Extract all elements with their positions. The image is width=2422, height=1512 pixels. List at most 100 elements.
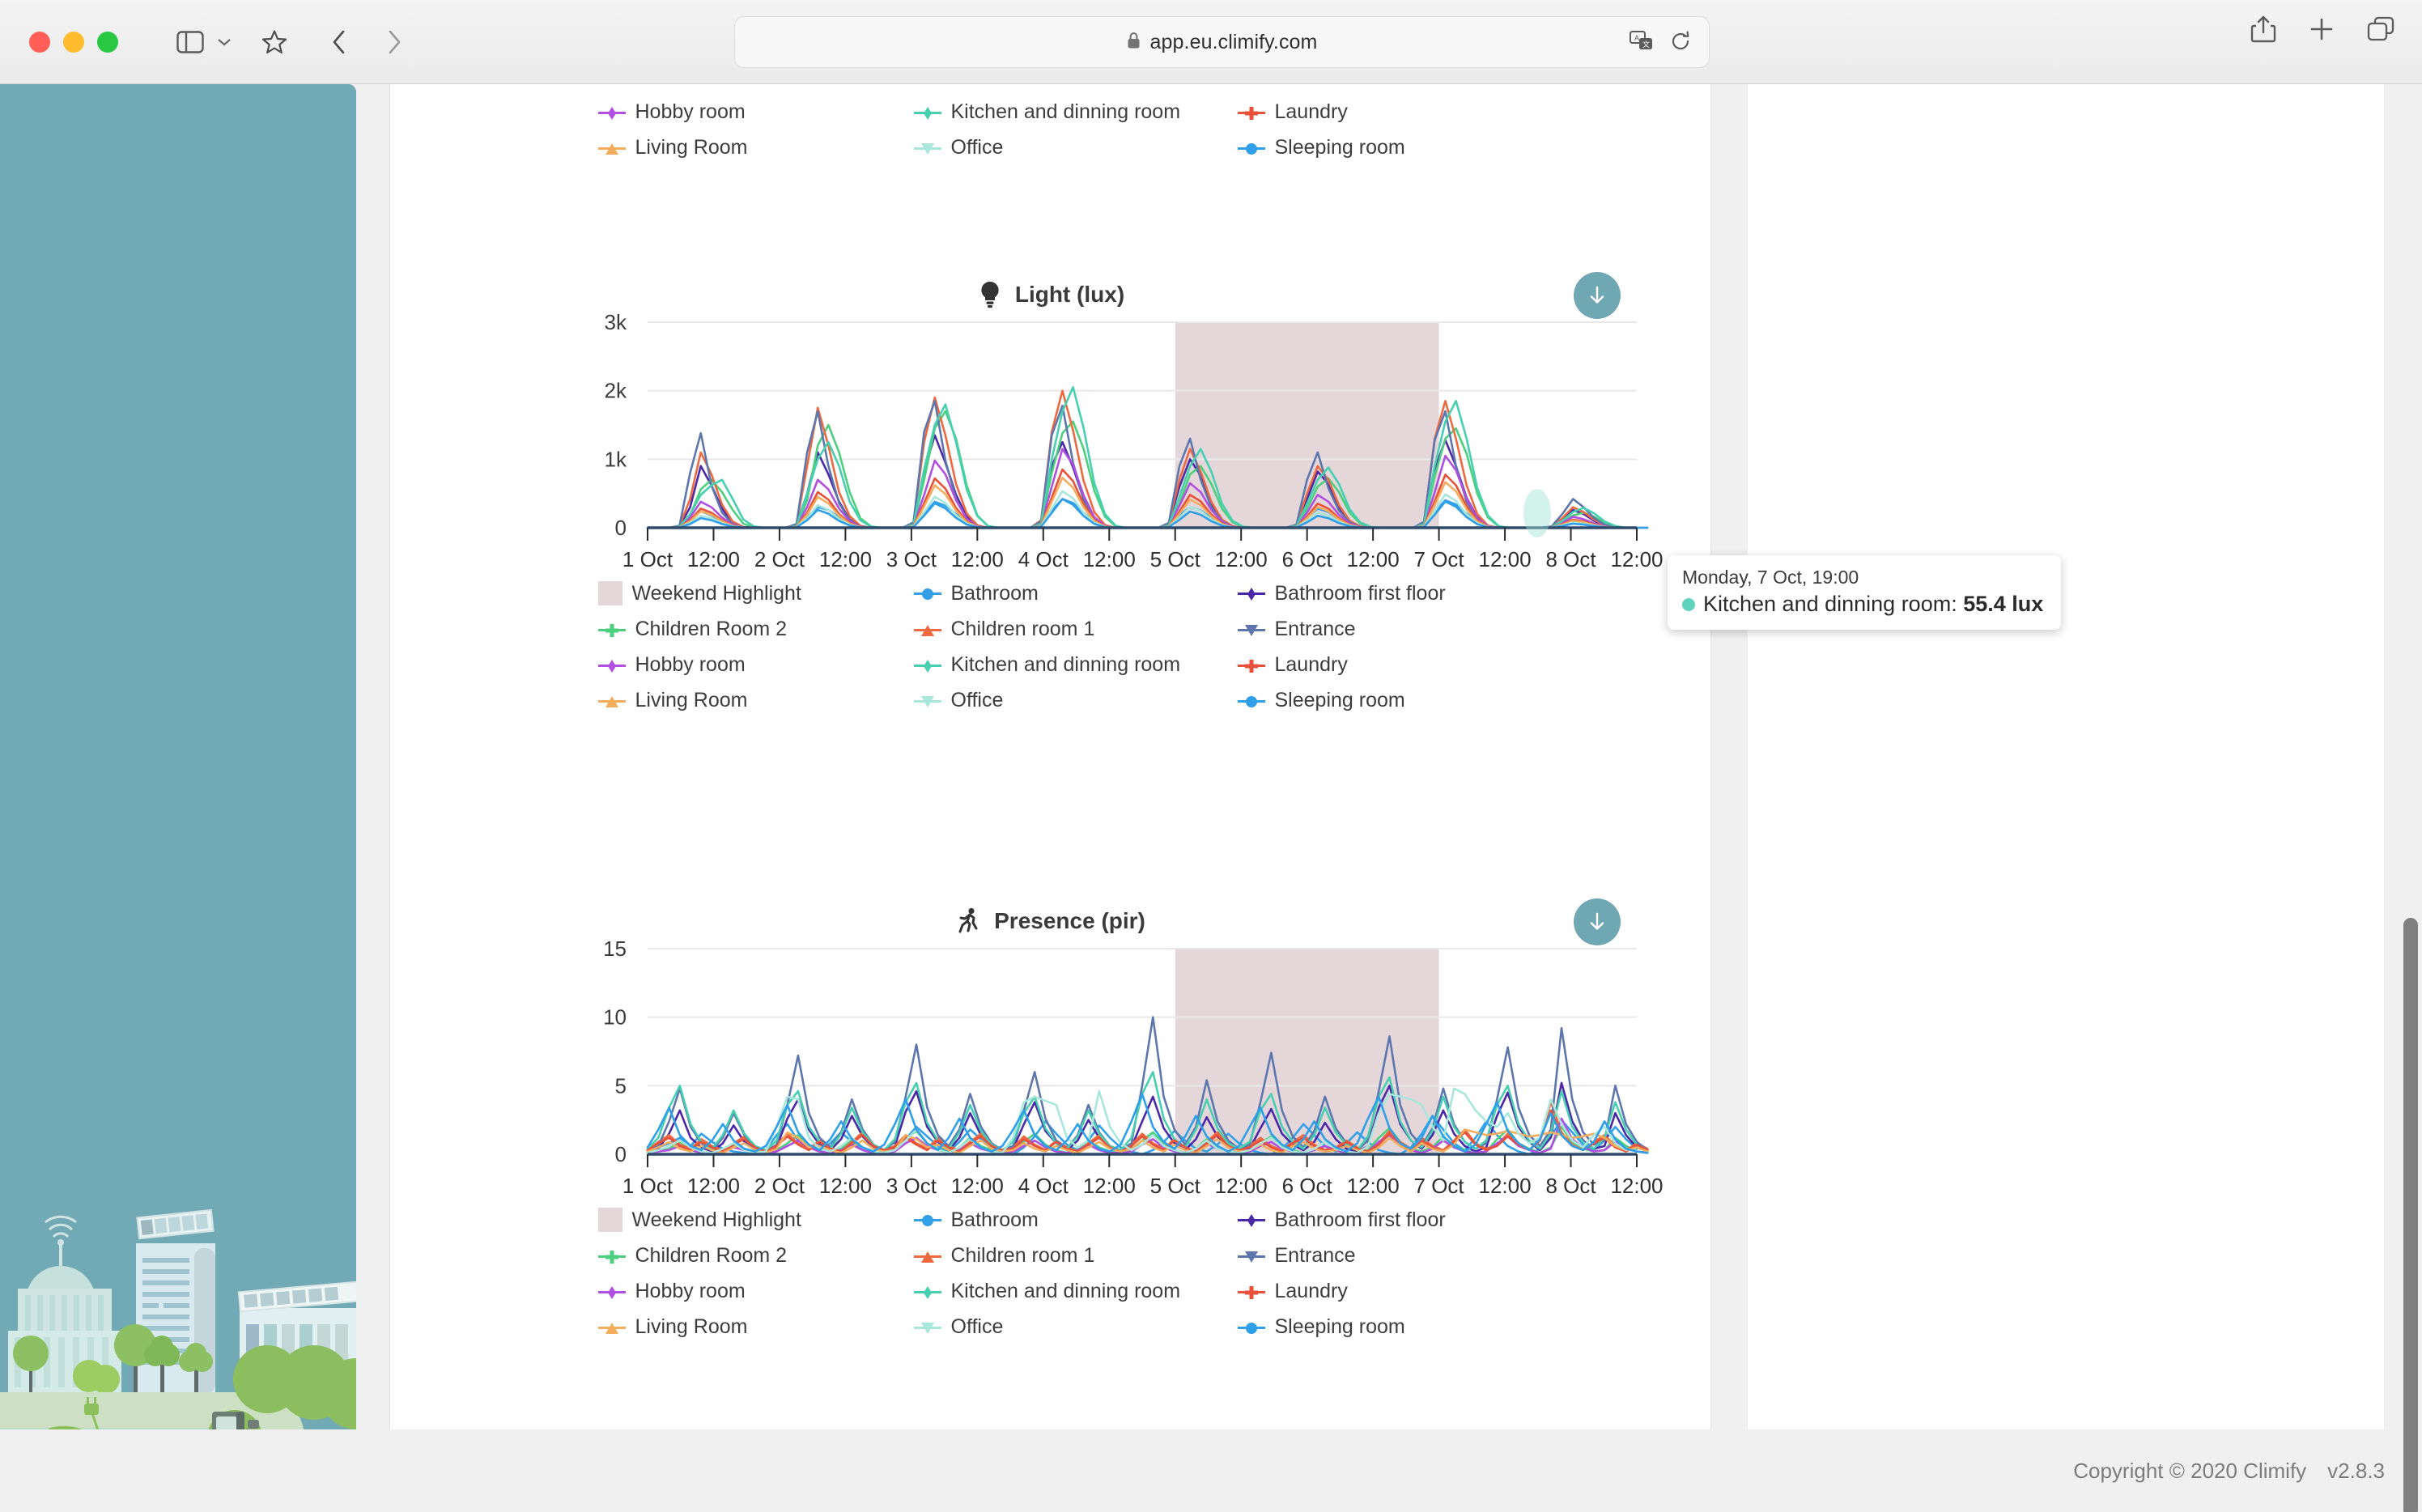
svg-text:7 Oct: 7 Oct: [1414, 1174, 1465, 1198]
legend-marker-icon: [1237, 584, 1265, 602]
legend-item[interactable]: Entrance: [1237, 1244, 1505, 1268]
legend-item-label: Laundry: [1274, 653, 1348, 676]
legend-marker-icon: [913, 1211, 941, 1229]
legend-item[interactable]: Kitchen and dinning room: [913, 100, 1238, 124]
address-bar[interactable]: app.eu.climify.com A文: [734, 16, 1710, 68]
legend-marker-icon: [1237, 139, 1265, 157]
svg-text:8 Oct: 8 Oct: [1545, 547, 1596, 571]
plus-icon[interactable]: [2309, 16, 2335, 46]
legend-marker-icon: [913, 656, 941, 674]
legend-item[interactable]: Laundry: [1237, 100, 1505, 124]
plot-area-presence[interactable]: 0 5 10 15 1 Oct 12:00 2 Oct 12:00 3 Oct 12:00 4 Oc…: [390, 937, 1712, 1204]
svg-text:10: 10: [603, 1005, 627, 1030]
legend-item-label: Bathroom first floor: [1274, 1208, 1446, 1231]
legend-item[interactable]: Children room 1: [913, 618, 1238, 641]
legend-item[interactable]: Hobby room: [597, 653, 914, 677]
legend-item[interactable]: Office: [913, 1315, 1238, 1339]
legend-item-label: Weekend Highlight: [631, 581, 801, 605]
legend-item[interactable]: Bathroom first floor: [1237, 581, 1505, 605]
download-arrow-icon: [1590, 286, 1604, 304]
legend-item-label: Sleeping room: [1274, 689, 1405, 711]
legend-item-label: Laundry: [1274, 1280, 1348, 1302]
legend-item[interactable]: Living Room: [597, 136, 914, 159]
legend-item[interactable]: Children Room 2: [598, 84, 914, 88]
address-bar-actions: A文: [1630, 17, 1691, 69]
legend-item[interactable]: Bathroom first floor: [1237, 1208, 1505, 1232]
tooltip-row: Kitchen and dinning room: 55.4 lux: [1682, 592, 2046, 617]
legend-item[interactable]: Office: [913, 136, 1238, 159]
close-window-button[interactable]: [29, 31, 50, 53]
maximize-window-button[interactable]: [97, 31, 118, 53]
legend-item[interactable]: Sleeping room: [1237, 136, 1505, 159]
svg-text:12:00: 12:00: [1347, 547, 1400, 571]
legend-item[interactable]: Weekend Highlight: [597, 1208, 914, 1232]
legend-item-label: Children room 1: [951, 84, 1095, 88]
legend-item-label: Children room 1: [950, 618, 1095, 640]
bookmark-star-icon[interactable]: [253, 20, 296, 64]
legend-item-label: Sleeping room: [1274, 136, 1405, 159]
legend-item[interactable]: Living Room: [597, 689, 914, 712]
legend-item-label: Bathroom: [950, 1208, 1039, 1231]
svg-text:12:00: 12:00: [819, 1174, 872, 1198]
legend-item[interactable]: Hobby room: [597, 1280, 914, 1303]
legend-marker-icon: [1238, 84, 1265, 86]
lightbulb-icon: [978, 281, 1002, 308]
legend-item[interactable]: Laundry: [1237, 653, 1505, 677]
legend-item-label: Hobby room: [635, 1280, 746, 1302]
legend-marker-icon: [1237, 1283, 1265, 1301]
legend-item[interactable]: Kitchen and dinning room: [913, 653, 1238, 677]
translate-icon[interactable]: A文: [1630, 30, 1654, 56]
legend-marker-icon: [598, 84, 626, 86]
legend-item[interactable]: Weekend Highlight: [597, 581, 914, 605]
chart-title-presence-text: Presence (pir): [994, 908, 1145, 933]
tab-overview-icon[interactable]: [2367, 16, 2394, 46]
legend-item[interactable]: Bathroom: [913, 581, 1238, 605]
legend-item-label: Weekend Highlight: [631, 1208, 801, 1231]
legend-item[interactable]: Hobby room: [597, 100, 914, 124]
svg-text:8 Oct: 8 Oct: [1545, 1174, 1596, 1198]
legend-marker-icon: [1237, 1211, 1265, 1229]
forward-chevron-icon[interactable]: [372, 20, 416, 64]
plot-area-light[interactable]: 0 1k 2k 3k 1 Oct 12:00 2 Oct 12:00 3 Oct 12:00 4 O…: [390, 311, 1712, 578]
weekend-highlight-swatch: [597, 581, 622, 605]
svg-text:12:00: 12:00: [951, 1174, 1004, 1198]
legend-item[interactable]: Kitchen and dinning room: [913, 1280, 1238, 1303]
chevron-down-icon[interactable]: [212, 20, 236, 64]
legend-item[interactable]: Office: [913, 689, 1238, 712]
svg-text:5: 5: [615, 1073, 627, 1098]
legend-item[interactable]: Entrance: [1238, 84, 1505, 88]
legend-item[interactable]: Entrance: [1237, 618, 1505, 641]
legend-item[interactable]: Children room 1: [913, 1244, 1238, 1268]
legend-item[interactable]: Children Room 2: [597, 618, 914, 641]
legend-marker-icon: [913, 621, 941, 639]
legend-item[interactable]: Bathroom: [913, 1208, 1238, 1232]
page-body: Children Room 2 Children room 1 Entrance Ho…: [0, 84, 2422, 1512]
svg-text:12:00: 12:00: [1610, 1174, 1663, 1198]
page-scrollbar-thumb[interactable]: [2403, 918, 2418, 1512]
legend-item[interactable]: Children room 1: [914, 84, 1238, 88]
page-scrollbar-track[interactable]: [2398, 84, 2422, 1512]
lock-icon: [1127, 32, 1141, 53]
legend-item-label: Bathroom first floor: [1274, 581, 1446, 605]
svg-text:5 Oct: 5 Oct: [1150, 547, 1201, 571]
minimize-window-button[interactable]: [63, 31, 84, 53]
legend-item[interactable]: Children Room 2: [597, 1244, 914, 1268]
svg-text:12:00: 12:00: [1610, 547, 1663, 571]
legend-item-label: Hobby room: [635, 100, 746, 123]
legend-marker-icon: [913, 1283, 941, 1301]
svg-text:0: 0: [615, 1142, 627, 1166]
legend-item[interactable]: Living Room: [597, 1315, 914, 1339]
legend-item[interactable]: Sleeping room: [1237, 1315, 1505, 1339]
back-chevron-icon[interactable]: [317, 20, 361, 64]
legend-item[interactable]: Sleeping room: [1237, 689, 1505, 712]
footer-version: v2.8.3: [2327, 1458, 2385, 1483]
svg-text:12:00: 12:00: [1479, 547, 1532, 571]
share-icon[interactable]: [2250, 15, 2276, 48]
svg-text:12:00: 12:00: [1347, 1174, 1400, 1198]
reload-icon[interactable]: [1670, 31, 1691, 56]
svg-text:文: 文: [1642, 40, 1650, 49]
sidebar-icon[interactable]: [168, 20, 212, 64]
svg-text:1 Oct: 1 Oct: [622, 547, 673, 571]
legend-item[interactable]: Laundry: [1237, 1280, 1505, 1303]
legend-marker-icon: [597, 139, 626, 157]
